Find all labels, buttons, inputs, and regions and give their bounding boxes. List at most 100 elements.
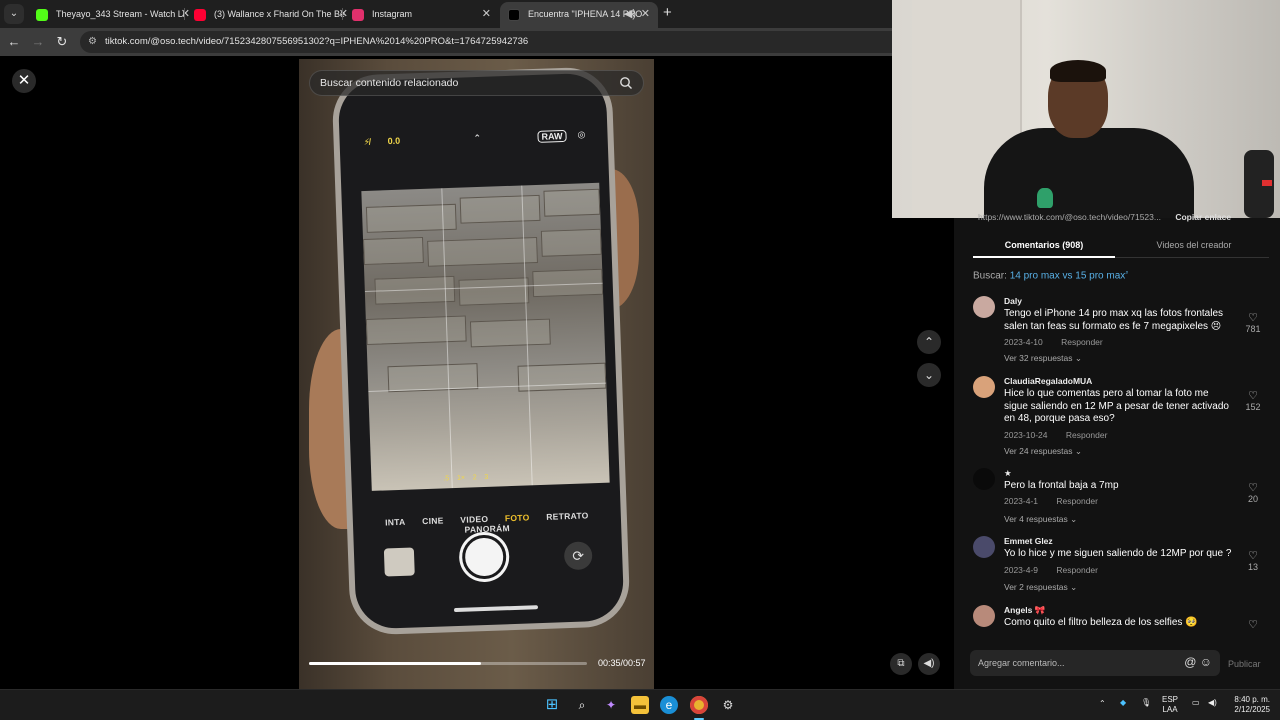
close-tab-icon[interactable]: ✕ xyxy=(482,2,491,26)
like-button[interactable]: ♡ 20 xyxy=(1241,482,1265,504)
video-player[interactable]: ⚡̸ 0.0 ⌃ RAW ◎ .5 1× 2 3 INTA CINE VIDEO… xyxy=(299,59,654,689)
video-timecode: 00:35/00:57 xyxy=(598,658,646,668)
photo-thumbnail xyxy=(383,547,415,577)
reload-icon[interactable]: ↻ xyxy=(52,32,72,52)
copy-link-button[interactable]: Copiar enlace xyxy=(1175,212,1231,222)
address-bar[interactable]: ⚙ tiktok.com/@oso.tech/video/71523428075… xyxy=(80,31,892,53)
related-search-query[interactable]: 14 pro max vs 15 pro max xyxy=(1010,270,1126,281)
related-search-input[interactable]: Buscar contenido relacionado xyxy=(309,70,644,96)
microphone-icon[interactable]: 🎙 xyxy=(1141,698,1151,708)
edge-icon[interactable]: e xyxy=(660,696,678,714)
view-replies-button[interactable]: Ver 2 respuestas ⌄ xyxy=(1004,582,1077,593)
like-button[interactable]: ♡ 781 xyxy=(1241,312,1265,334)
app-settings-icon[interactable]: ⚙ xyxy=(719,696,737,714)
comment-username[interactable]: Angels 🎀 xyxy=(1004,605,1045,616)
tab-youtube[interactable]: (3) Wallance x Fharid On The Be ✕ xyxy=(186,2,356,28)
volume-icon[interactable]: ◀) xyxy=(1208,698,1217,708)
wall-brick xyxy=(459,194,541,224)
tab-kick[interactable]: Theyayo_343 Stream - Watch Li ✕ xyxy=(28,2,198,28)
avatar[interactable] xyxy=(973,536,995,558)
input-language[interactable]: ESP LAA xyxy=(1162,695,1178,715)
back-arrow-icon[interactable]: ← xyxy=(4,32,24,52)
search-icon[interactable]: ⌕ xyxy=(573,696,591,714)
comment-text: Como quito el filtro belleza de los self… xyxy=(1004,617,1198,628)
search-icon[interactable] xyxy=(619,76,633,90)
new-tab-button[interactable]: + xyxy=(663,4,672,22)
windows-start-icon[interactable]: ⊞ xyxy=(543,696,561,714)
monitor-icon[interactable]: ▭ xyxy=(1192,698,1200,708)
next-video-button[interactable]: ⌄ xyxy=(917,363,941,387)
tab-title: (3) Wallance x Fharid On The Be xyxy=(214,9,346,19)
browser-toolbar: ← → ↻ ⚙ tiktok.com/@oso.tech/video/71523… xyxy=(0,28,892,56)
tab-title: Theyayo_343 Stream - Watch Li xyxy=(56,9,185,19)
network-app-icon[interactable]: ◆ xyxy=(1120,698,1126,708)
avatar[interactable] xyxy=(973,605,995,627)
like-button[interactable]: ♡ 13 xyxy=(1241,550,1265,572)
site-info-icon[interactable]: ⚙ xyxy=(88,35,102,49)
comment-username[interactable]: Emmet Glez xyxy=(1004,536,1053,546)
comment-input[interactable]: Agregar comentario... @ ☺ xyxy=(970,650,1220,676)
reply-button[interactable]: Responder xyxy=(1066,430,1108,440)
like-button[interactable]: ♡ xyxy=(1241,619,1265,631)
video-progress-bar[interactable] xyxy=(309,662,587,665)
raw-badge: RAW xyxy=(537,129,567,143)
show-hidden-icons[interactable]: ⌃ xyxy=(1099,699,1106,709)
view-replies-button[interactable]: Ver 24 respuestas ⌄ xyxy=(1004,446,1082,457)
active-tab-indicator xyxy=(973,256,1115,258)
volume-icon[interactable]: ◀) xyxy=(918,653,940,675)
publish-button[interactable]: Publicar xyxy=(1228,659,1261,669)
comment-text: Tengo el iPhone 14 pro max xq las fotos … xyxy=(1004,308,1224,332)
chevron-down-icon: ⌄ xyxy=(1070,514,1078,524)
comment-meta: 2023-4-1 Responder xyxy=(1004,496,1098,506)
emoji-icon[interactable]: ☺ xyxy=(1200,655,1212,669)
windows-taskbar: ⊞ ⌕ ✦ ▬ e ⚙ ⌃ ◆ 🎙 ESP LAA ▭ ◀) 8:40 p. m… xyxy=(0,689,1280,720)
system-clock[interactable]: 8:40 p. m. 2/12/2025 xyxy=(1226,695,1270,715)
comment-item: Daly Tengo el iPhone 14 pro max xq las f… xyxy=(973,296,1273,366)
tab-creator-videos[interactable]: Videos del creador xyxy=(1123,240,1265,250)
like-count: 20 xyxy=(1247,494,1258,504)
zoom-level: 3 xyxy=(484,473,489,481)
chevron-down-icon: ⌄ xyxy=(1074,446,1083,456)
file-explorer-icon[interactable]: ▬ xyxy=(631,696,649,714)
tab-tiktok[interactable]: Encuentra "IPHENA 14 PRO ◀) ✕ xyxy=(500,2,658,28)
heart-icon: ♡ xyxy=(1248,619,1258,631)
url-text[interactable]: tiktok.com/@oso.tech/video/7152342807556… xyxy=(105,36,528,47)
share-link-text[interactable]: https://www.tiktok.com/@oso.tech/video/7… xyxy=(978,212,1161,222)
avatar[interactable] xyxy=(973,468,995,490)
view-replies-label: Ver 4 respuestas xyxy=(1004,514,1068,524)
tab-divider xyxy=(184,8,185,20)
forward-arrow-icon[interactable]: → xyxy=(28,32,48,52)
avatar[interactable] xyxy=(973,376,995,398)
reply-button[interactable]: Responder xyxy=(1056,565,1098,575)
mention-icon[interactable]: @ xyxy=(1184,655,1196,669)
chevron-down-icon: ⌄ xyxy=(1070,582,1078,592)
previous-video-button[interactable]: ⌃ xyxy=(917,330,941,354)
reply-button[interactable]: Responder xyxy=(1056,496,1098,506)
view-replies-button[interactable]: Ver 4 respuestas ⌄ xyxy=(1004,514,1077,525)
tab-instagram[interactable]: Instagram ✕ xyxy=(344,2,499,28)
tab-search-button[interactable]: ⌄ xyxy=(4,4,24,24)
close-icon[interactable]: ✕ xyxy=(12,69,36,93)
language-code: ESP xyxy=(1162,695,1179,704)
comment-meta: 2023-4-9 Responder xyxy=(1004,565,1098,575)
clock-time: 8:40 p. m. xyxy=(1234,695,1270,704)
reply-button[interactable]: Responder xyxy=(1061,337,1103,347)
camera-mode: RETRATO xyxy=(546,510,589,522)
panel-tabs: Comentarios (908) Videos del creador xyxy=(973,232,1269,258)
close-tab-icon[interactable]: ✕ xyxy=(641,2,650,26)
comment-placeholder: Agregar comentario... xyxy=(978,658,1065,668)
floating-player-icon[interactable]: ⧉ xyxy=(890,653,912,675)
like-button[interactable]: ♡ 152 xyxy=(1241,390,1265,412)
camera-mode: PANORÁM xyxy=(464,523,511,535)
speaker-icon[interactable]: ◀) xyxy=(624,2,636,26)
comment-item: Angels 🎀 Como quito el filtro belleza de… xyxy=(973,605,1273,637)
tab-comments[interactable]: Comentarios (908) xyxy=(973,240,1115,250)
chrome-icon[interactable] xyxy=(690,696,708,714)
related-search[interactable]: Buscar: 14 pro max vs 15 pro max⌕ xyxy=(973,270,1129,281)
view-replies-button[interactable]: Ver 32 respuestas ⌄ xyxy=(1004,353,1082,364)
comment-username[interactable]: Daly xyxy=(1004,296,1022,306)
comment-username[interactable]: ClaudiaRegaladoMUA xyxy=(1004,376,1092,386)
avatar[interactable] xyxy=(973,296,995,318)
copilot-icon[interactable]: ✦ xyxy=(602,696,620,714)
comment-username[interactable]: ★ xyxy=(1004,468,1012,479)
